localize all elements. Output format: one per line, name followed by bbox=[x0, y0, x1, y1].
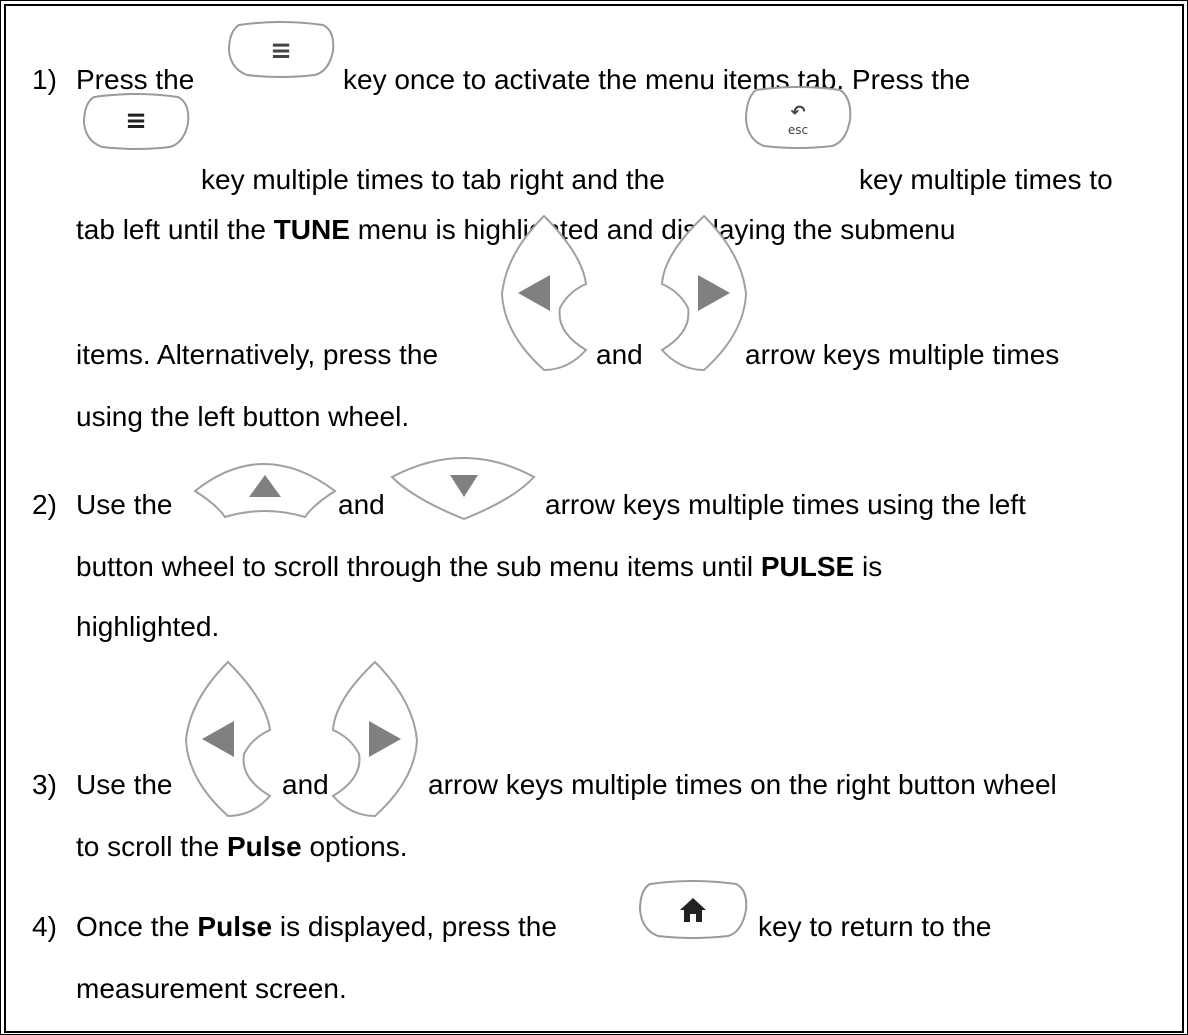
down-arrow-key-icon bbox=[390, 447, 536, 523]
step-text: measurement screen. bbox=[76, 973, 347, 1004]
step-text: Once the Pulse is displayed, press the bbox=[76, 911, 557, 942]
step-text: arrow keys multiple times using the left bbox=[545, 489, 1026, 520]
step-text: Press the bbox=[76, 64, 195, 95]
right-arrow-key-icon bbox=[658, 214, 750, 372]
up-arrow-key-icon bbox=[193, 447, 337, 523]
menu-key-icon: ≡ bbox=[80, 93, 192, 151]
step-text: key multiple times to tab right and the bbox=[201, 164, 665, 195]
step-text: highlighted. bbox=[76, 611, 220, 642]
step-text: and bbox=[338, 489, 385, 520]
step-text: arrow keys multiple times on the right b… bbox=[428, 769, 1057, 800]
step-text: items. Alternatively, press the bbox=[76, 339, 439, 370]
step-text: key multiple times to bbox=[859, 164, 1113, 195]
left-arrow-key-icon bbox=[498, 214, 590, 372]
svg-text:↶: ↶ bbox=[790, 102, 805, 123]
step-text: key to return to the bbox=[758, 911, 992, 942]
step-number: 3) bbox=[32, 769, 57, 800]
step-number: 1) bbox=[32, 64, 57, 95]
right-arrow-key-icon bbox=[329, 660, 421, 818]
step-number: 4) bbox=[32, 911, 57, 942]
step-number: 2) bbox=[32, 489, 57, 520]
step-text: using the left button wheel. bbox=[76, 401, 410, 432]
step-text: button wheel to scroll through the sub m… bbox=[76, 551, 883, 582]
step-text: to scroll the Pulse options. bbox=[76, 831, 408, 862]
bold-term: TUNE bbox=[273, 214, 350, 245]
menu-key-icon: ≡ bbox=[225, 21, 337, 79]
svg-text:esc: esc bbox=[788, 123, 808, 137]
step-text: and bbox=[282, 769, 329, 800]
bold-term: Pulse bbox=[197, 911, 273, 942]
step-text: and bbox=[596, 339, 643, 370]
bold-term: PULSE bbox=[760, 551, 855, 582]
svg-text:≡: ≡ bbox=[270, 36, 292, 66]
step-text: key once to activate the menu items tab.… bbox=[343, 64, 971, 95]
left-arrow-key-icon bbox=[182, 660, 274, 818]
step-text: Use the bbox=[76, 489, 173, 520]
step-text: Use the bbox=[76, 769, 173, 800]
step-text: arrow keys multiple times bbox=[745, 339, 1060, 370]
svg-text:≡: ≡ bbox=[125, 106, 147, 136]
esc-key-icon: ↶ esc bbox=[742, 86, 854, 150]
bold-term: Pulse bbox=[226, 831, 302, 862]
home-key-icon bbox=[636, 880, 750, 940]
